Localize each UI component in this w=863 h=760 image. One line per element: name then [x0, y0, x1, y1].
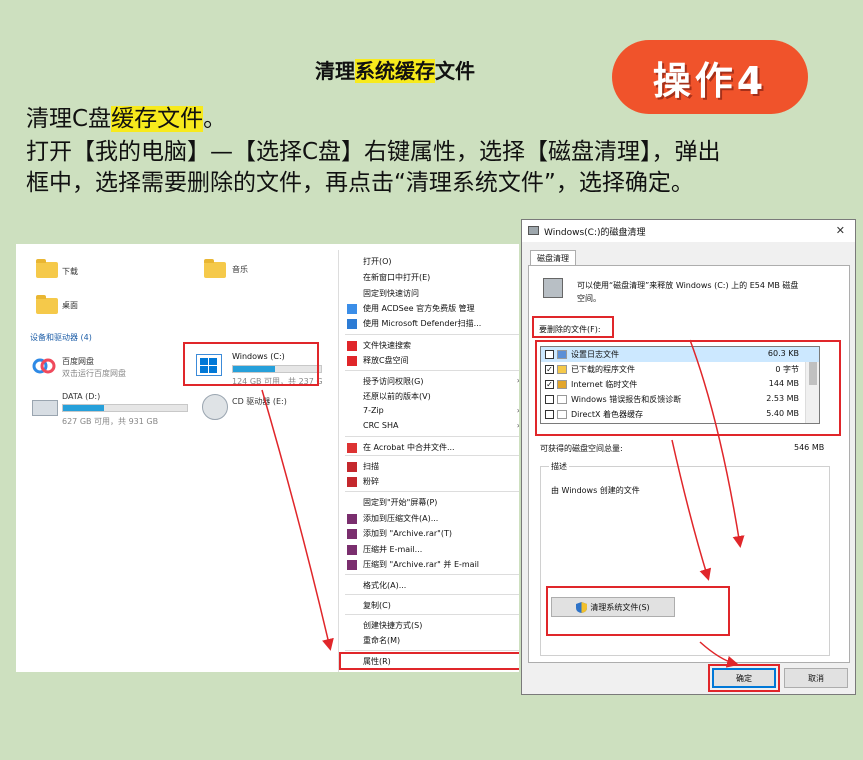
arrow-clean-to-ok — [699, 641, 739, 668]
annotation-arrows — [261, 339, 745, 668]
arrow-list-to-clean — [671, 439, 712, 581]
arrow-list-to-clean-2 — [689, 339, 745, 548]
arrow-drive-to-properties — [261, 389, 334, 651]
